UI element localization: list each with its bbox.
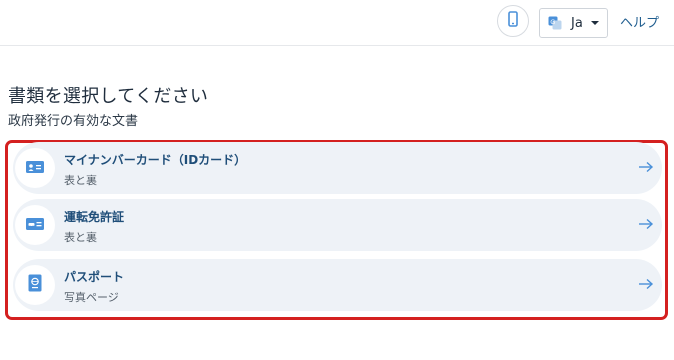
translate-icon: G (548, 16, 562, 30)
option-icon-badge (15, 265, 55, 305)
arrow-right-icon (638, 159, 654, 175)
mobile-device-button[interactable] (497, 5, 529, 37)
option-title: 運転免許証 (64, 210, 125, 224)
help-link[interactable]: ヘルプ (620, 12, 659, 31)
document-selection-page: G Ja ヘルプ 書類を選択してください 政府発行の有効な文書 マイナンバーカー… (0, 0, 674, 360)
language-selector[interactable]: G Ja (539, 8, 608, 38)
chevron-down-icon (590, 21, 599, 25)
driver-license-icon (26, 216, 44, 235)
page-title: 書類を選択してください (8, 86, 209, 107)
option-title: パスポート (64, 270, 125, 284)
option-subtitle: 表と裏 (64, 231, 97, 244)
header: G Ja ヘルプ (0, 0, 674, 46)
id-card-icon (26, 159, 44, 178)
svg-text:G: G (550, 18, 555, 26)
arrow-right-icon (638, 216, 654, 232)
option-passport[interactable]: パスポート 写真ページ (13, 259, 662, 311)
phone-icon (508, 11, 518, 31)
option-icon-badge (15, 205, 55, 245)
passport-icon (28, 274, 42, 296)
option-id-card[interactable]: マイナンバーカード（IDカード） 表と裏 (13, 142, 662, 194)
option-title: マイナンバーカード（IDカード） (64, 153, 247, 167)
option-subtitle: 写真ページ (64, 291, 119, 304)
option-subtitle: 表と裏 (64, 174, 97, 187)
option-icon-badge (15, 148, 55, 188)
arrow-right-icon (638, 276, 654, 292)
option-drivers-license[interactable]: 運転免許証 表と裏 (13, 199, 662, 251)
language-label: Ja (571, 15, 583, 31)
page-subtitle: 政府発行の有効な文書 (8, 114, 139, 129)
